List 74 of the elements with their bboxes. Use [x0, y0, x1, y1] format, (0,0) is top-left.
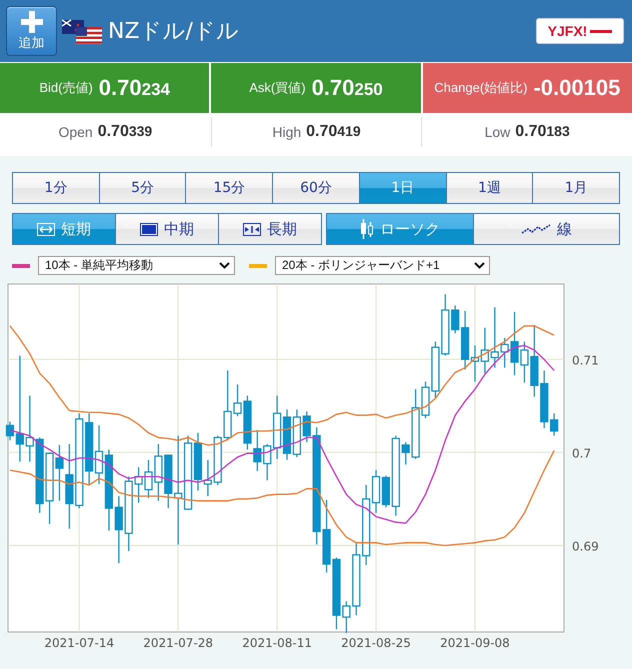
x-axis-label: 2021-07-14: [44, 636, 114, 650]
flags-icon: [62, 17, 102, 45]
period-tab[interactable]: 1週: [446, 173, 532, 203]
rising-candle: [500, 338, 509, 368]
quote-label: Change(始値比): [434, 79, 528, 97]
stat-value: 0.70183: [515, 122, 570, 140]
quote-label: Ask(買値): [249, 79, 306, 97]
falling-candle: [510, 312, 519, 376]
period-tab[interactable]: 60分: [273, 173, 359, 203]
x-axis-label: 2021-08-25: [341, 636, 411, 650]
x-axis-label: 2021-07-28: [143, 636, 214, 650]
range-tab[interactable]: 中期: [116, 214, 218, 244]
falling-candle: [540, 370, 548, 428]
dropdown-caret-icon: [474, 262, 485, 269]
stat-label: High: [272, 124, 302, 140]
rising-candle: [273, 396, 282, 459]
dropdown-caret-icon: [219, 262, 230, 269]
stat-label: Open: [58, 124, 93, 140]
stat-value: 0.70339: [98, 122, 152, 140]
rising-candle: [292, 410, 301, 458]
falling-candle: [164, 454, 172, 508]
y-axis-label: 0.69: [572, 539, 599, 554]
y-axis-label: 0.7: [572, 446, 592, 460]
rising-candle: [441, 294, 450, 356]
stat-label: Low: [484, 124, 510, 140]
falling-candle: [114, 496, 123, 564]
logo-mark-icon: [590, 27, 612, 35]
falling-candle: [282, 410, 292, 460]
period-tab[interactable]: 1分: [13, 173, 99, 203]
rising-candle: [26, 396, 34, 462]
falling-candle: [550, 413, 558, 436]
falling-candle: [382, 476, 390, 508]
falling-candle: [253, 430, 262, 472]
period-tab[interactable]: 5分: [100, 173, 186, 203]
falling-candle: [402, 442, 410, 465]
period-tab[interactable]: 1月: [533, 173, 620, 203]
indicator-select[interactable]: 20本 - ボリンジャーバンド+1: [275, 256, 490, 275]
rising-candle: [214, 436, 222, 485]
rising-candle: [480, 328, 489, 374]
falling-candle: [194, 432, 202, 491]
rectangle-icon: [140, 222, 158, 236]
stat-value: 0.70419: [306, 122, 361, 140]
rising-candle: [94, 425, 104, 484]
currency-pair-title: NZドル/ドル: [108, 18, 239, 46]
falling-candle: [243, 396, 252, 450]
chart-type-tab[interactable]: 線: [474, 214, 619, 244]
range-tab[interactable]: 短期: [13, 214, 115, 244]
falling-candle: [332, 558, 341, 630]
quote-label: Bid(売値): [39, 79, 93, 97]
quote-value: 0.70250: [312, 75, 383, 101]
x-axis-label: 2021-09-08: [440, 636, 510, 650]
rising-candle: [490, 307, 499, 368]
y-axis-label: 0.71: [572, 353, 599, 368]
x-axis-label: 2021-08-11: [242, 636, 312, 650]
falling-candle: [85, 413, 94, 484]
rising-candle: [263, 444, 272, 480]
plus-icon: [20, 10, 42, 32]
quote-value: -0.00105: [533, 75, 620, 101]
rising-candle: [342, 601, 350, 633]
rising-candle: [470, 345, 480, 382]
falling-candle: [302, 411, 311, 442]
brand-logo: YJFX!: [536, 18, 624, 44]
add-button[interactable]: 追加: [6, 6, 57, 56]
rising-candle: [204, 460, 212, 496]
indicator-select[interactable]: 10本 - 単純平均移動: [38, 256, 235, 275]
range-tab[interactable]: 長期: [219, 214, 321, 244]
line-chart-icon: [520, 224, 551, 234]
rising-candle: [520, 342, 529, 383]
quote-value: 0.70234: [98, 75, 170, 101]
expand-arrows-icon: [37, 222, 55, 236]
candlestick-icon: [360, 219, 374, 239]
period-tab[interactable]: 15分: [186, 173, 272, 203]
rising-candle: [134, 467, 143, 503]
compress-arrows-icon: [243, 222, 261, 236]
